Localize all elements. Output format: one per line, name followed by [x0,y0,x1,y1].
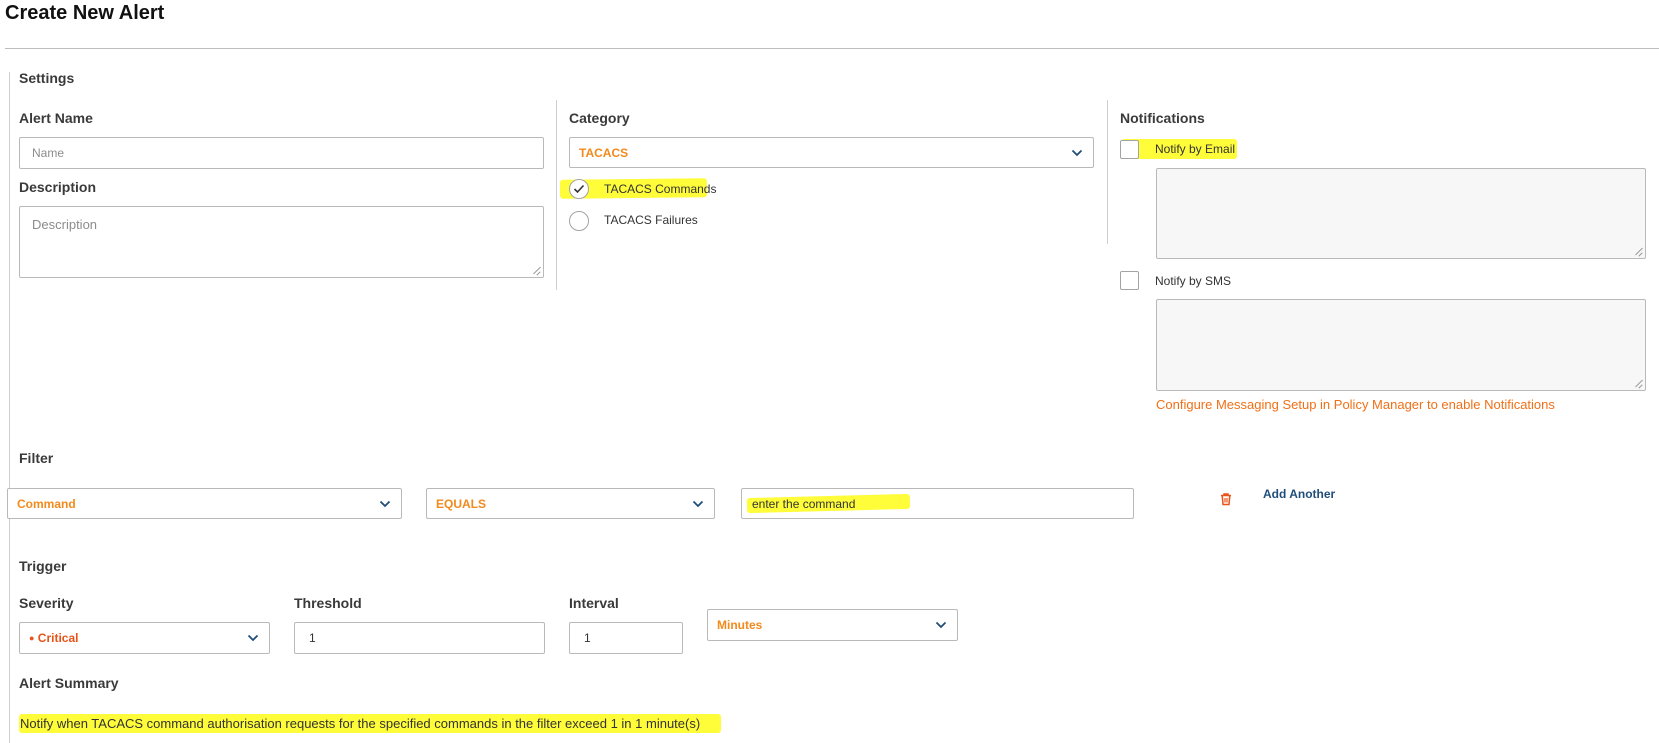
category-selected-value: TACACS [579,145,629,160]
page-title: Create New Alert [5,2,165,24]
chevron-down-icon [692,500,704,508]
filter-section-title: Filter [19,450,54,466]
resize-grip-icon[interactable] [1635,248,1643,256]
form-left-border [9,72,10,743]
email-recipients-textarea[interactable] [1156,168,1646,259]
trash-icon[interactable] [1219,492,1233,506]
description-label: Description [19,179,97,195]
title-divider [5,48,1659,49]
filter-value-text: enter the command [752,496,856,511]
filter-field-value: Command [17,496,76,511]
trigger-section-title: Trigger [19,558,67,574]
settings-section-title: Settings [19,70,75,86]
resize-grip-icon[interactable] [533,267,541,275]
category-select[interactable]: TACACS [569,137,1094,168]
severity-value: Critical [37,631,79,645]
category-label: Category [569,110,630,126]
interval-unit-value: Minutes [717,618,763,632]
interval-unit-select[interactable]: Minutes [707,609,958,641]
chevron-down-icon [1071,149,1083,157]
notifications-label: Notifications [1120,110,1205,126]
alert-name-input[interactable]: Name [19,137,544,169]
chevron-down-icon [935,621,947,629]
filter-value-input[interactable]: enter the command [741,488,1134,519]
resize-grip-icon[interactable] [1635,380,1643,388]
chevron-down-icon [247,634,259,642]
severity-dot-icon: ● [29,633,35,643]
checkmark-icon [573,184,585,194]
tacacs-failures-radio[interactable] [569,211,589,231]
interval-label: Interval [569,595,619,611]
threshold-input[interactable]: 1 [294,622,545,654]
notify-email-checkbox[interactable] [1120,140,1139,159]
tacacs-failures-label: TACACS Failures [604,213,698,227]
filter-field-select[interactable]: Command [7,488,402,519]
tacacs-commands-label: TACACS Commands [604,182,717,196]
filter-operator-select[interactable]: EQUALS [426,488,715,519]
column-divider [1107,100,1108,244]
alert-summary-title: Alert Summary [19,675,119,691]
column-divider [556,100,557,290]
alert-summary-text: Notify when TACACS command authorisation… [20,716,701,731]
notify-sms-checkbox[interactable] [1120,271,1139,290]
severity-select[interactable]: ● Critical [19,622,270,654]
interval-input[interactable]: 1 [569,622,683,654]
severity-value-wrap: ● Critical [29,631,78,645]
notify-sms-label: Notify by SMS [1155,274,1232,288]
description-placeholder: Description [32,217,98,232]
chevron-down-icon [379,500,391,508]
tacacs-commands-radio[interactable] [569,179,589,199]
severity-label: Severity [19,595,74,611]
alert-name-label: Alert Name [19,110,93,126]
filter-operator-value: EQUALS [436,496,487,511]
configure-messaging-link[interactable]: Configure Messaging Setup in Policy Mana… [1156,397,1555,412]
threshold-label: Threshold [294,595,362,611]
notify-email-label: Notify by Email [1155,142,1236,156]
add-another-link[interactable]: Add Another [1263,487,1335,501]
sms-recipients-textarea[interactable] [1156,299,1646,391]
description-textarea[interactable]: Description [19,206,544,278]
